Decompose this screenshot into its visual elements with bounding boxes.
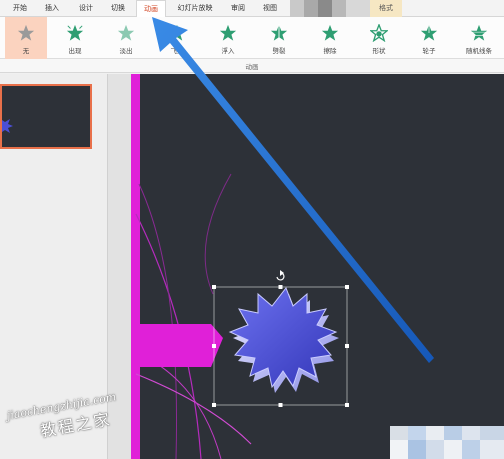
resize-handle[interactable] — [345, 403, 349, 407]
animation-gallery: 无 出现 淡出 飞入 浮入 劈裂 擦除 形状 轮子 随机线条 — [0, 17, 504, 59]
slide-content — [131, 74, 504, 459]
animation-label: 飞入 — [170, 47, 184, 55]
star-shape-icon — [370, 24, 388, 42]
star-burst-icon — [66, 24, 84, 41]
star-random-icon — [470, 24, 488, 41]
resize-handle[interactable] — [278, 403, 283, 407]
ribbon-group-label: 动画 — [245, 63, 259, 71]
animation-wipe-button[interactable]: 擦除 — [309, 17, 351, 59]
tab-home[interactable]: 开始 — [6, 0, 34, 17]
animation-shape-button[interactable]: 形状 — [358, 17, 400, 59]
animation-label: 无 — [22, 47, 30, 55]
animation-fade-button[interactable]: 淡出 — [105, 17, 147, 59]
animation-float-in-button[interactable]: 浮入 — [207, 17, 249, 59]
animation-label: 擦除 — [323, 47, 337, 55]
tab-transitions[interactable]: 切换 — [104, 0, 132, 17]
animation-label: 轮子 — [422, 47, 436, 55]
animation-split-button[interactable]: 劈裂 — [258, 17, 300, 59]
animation-fly-in-button[interactable]: 飞入 — [156, 17, 198, 59]
animation-random-bars-button[interactable]: 随机线条 — [456, 17, 502, 59]
ribbon-group-bar: 动画 — [0, 59, 504, 73]
resize-handle[interactable] — [345, 344, 349, 348]
resize-handle[interactable] — [212, 285, 216, 289]
animation-label: 形状 — [372, 47, 386, 55]
animation-label: 劈裂 — [272, 47, 286, 55]
tab-insert[interactable]: 插入 — [38, 0, 66, 17]
resize-handle[interactable] — [212, 403, 216, 407]
blurred-region — [304, 0, 318, 17]
animation-wheel-button[interactable]: 轮子 — [408, 17, 450, 59]
blurred-region — [332, 0, 346, 17]
tab-review[interactable]: 审阅 — [224, 0, 252, 17]
star-float-icon — [219, 24, 237, 41]
star-wipe-icon — [321, 24, 339, 41]
animation-label: 随机线条 — [466, 47, 492, 55]
star-wheel-icon — [420, 24, 438, 41]
slide-canvas — [131, 74, 504, 459]
blurred-region — [346, 0, 370, 17]
magenta-pointer-shape — [140, 324, 223, 367]
tab-animations[interactable]: 动画 — [136, 0, 166, 18]
star-fly-icon — [168, 24, 186, 41]
tab-view[interactable]: 视图 — [256, 0, 284, 17]
resize-handle[interactable] — [278, 285, 283, 289]
tab-slideshow[interactable]: 幻灯片放映 — [172, 0, 218, 17]
blurred-region — [318, 0, 332, 17]
tab-design[interactable]: 设计 — [72, 0, 100, 17]
slide-background — [131, 74, 504, 459]
thumbnail-star-shape — [2, 119, 13, 133]
star-gray-icon — [17, 24, 35, 41]
ribbon-tab-bar: 开始 插入 设计 切换 动画 幻灯片放映 审阅 视图 格式 — [0, 0, 504, 18]
resize-handle[interactable] — [212, 344, 216, 348]
slide-thumbnail[interactable] — [0, 84, 92, 149]
animation-none-button[interactable]: 无 — [5, 17, 47, 59]
resize-handle[interactable] — [345, 285, 349, 289]
tab-format[interactable]: 格式 — [370, 0, 402, 17]
animation-label: 淡出 — [119, 47, 133, 55]
star-split-icon — [270, 24, 288, 42]
animation-label: 出现 — [68, 47, 82, 55]
blurred-region — [390, 420, 504, 459]
star-fade-icon — [117, 24, 135, 41]
animation-label: 浮入 — [221, 47, 235, 55]
thumbnail-preview — [2, 119, 13, 133]
blurred-region — [290, 0, 304, 17]
animation-appear-button[interactable]: 出现 — [54, 17, 96, 59]
